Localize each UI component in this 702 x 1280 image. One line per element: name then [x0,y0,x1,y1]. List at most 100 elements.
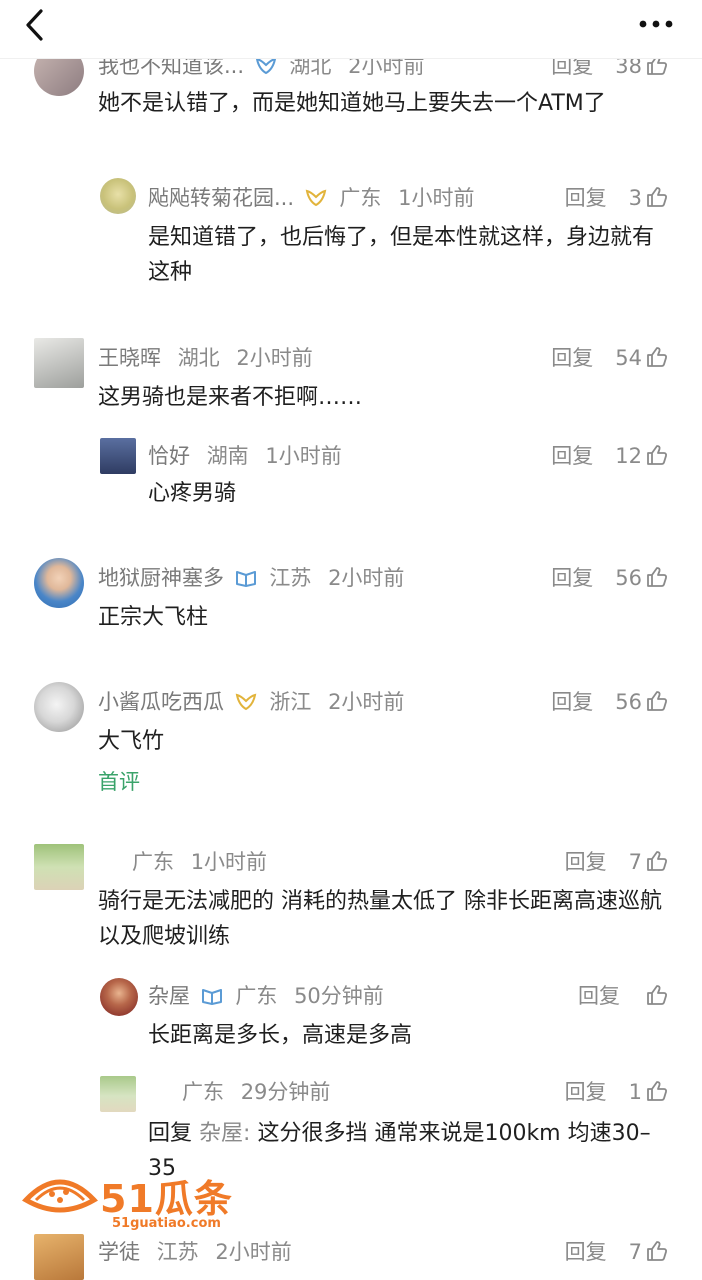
reply-button[interactable]: 回复 [565,850,607,874]
location: 广东 [339,186,382,210]
timestamp: 2小时前 [328,690,405,714]
thumbs-up-icon[interactable] [646,186,668,208]
location: 江苏 [156,1240,199,1264]
username[interactable]: 学徒 [98,1240,140,1264]
timestamp: 2小时前 [328,566,405,590]
reply-actions: 回复 1 [565,1076,668,1106]
reply-meta: 飐飐转菊花园... 广东 1小时前 [148,182,474,212]
comment-meta: 地狱厨神塞多 江苏 2小时前 [98,562,404,592]
comment-meta: 广东 1小时前 [132,846,267,876]
timestamp: 29分钟前 [240,1080,331,1104]
like-count: 56 [615,566,642,590]
avatar[interactable] [34,1234,84,1280]
thumbs-up-icon[interactable] [646,346,668,368]
location: 广东 [235,984,278,1008]
reply-to-label: 回复 [148,1121,193,1146]
avatar[interactable] [34,682,84,732]
comment-actions: 回复 7 [565,846,668,876]
avatar[interactable] [34,558,84,608]
comment-actions: 回复 56 [551,686,668,716]
comment-text: 正宗大飞柱 [98,605,209,630]
comment-actions: 回复 56 [551,562,668,592]
timestamp: 1小时前 [398,186,475,210]
watermark-url: 51guatiao.com [112,1216,221,1231]
reply-meta: 杂屋 广东 50分钟前 [148,980,384,1010]
avatar[interactable] [100,1076,136,1112]
vip-badge-icon [201,989,222,1005]
username[interactable]: 小酱瓜吃西瓜 [98,690,224,714]
username[interactable]: 飐飐转菊花园... [148,186,294,210]
like-count: 56 [615,690,642,714]
top-nav-bar [0,0,702,59]
watermark-logo: 51瓜条 51guatiao.com [22,1168,242,1238]
watermelon-logo-icon [22,1179,98,1213]
comment-text: 这男骑也是来者不拒啊…… [98,385,363,410]
like-count: 7 [628,1240,642,1264]
username[interactable]: 恰好 [148,444,190,468]
avatar[interactable] [34,338,84,388]
vip-badge-icon [305,189,327,207]
like-count: 1 [628,1080,642,1104]
location: 湖北 [177,346,220,370]
like-count: 12 [615,444,642,468]
timestamp: 1小时前 [265,444,342,468]
timestamp: 50分钟前 [294,984,384,1008]
reply-button[interactable]: 回复 [551,346,593,370]
thumbs-up-icon[interactable] [646,1240,668,1262]
reply-button[interactable]: 回复 [551,444,593,468]
comment-meta: 王晓晖 湖北 2小时前 [98,342,313,372]
like-count: 54 [615,346,642,370]
location: 浙江 [269,690,312,714]
username[interactable]: 杂屋 [148,984,190,1008]
reply-text: 长距离是多长，高速是多高 [148,1023,413,1048]
comment-text: 她不是认错了，而是她知道她马上要失去一个ATM了 [98,91,606,116]
reply-actions: 回复 3 [565,182,668,212]
timestamp: 1小时前 [190,850,268,874]
thumbs-up-icon[interactable] [646,850,668,872]
like-count: 7 [628,850,642,874]
location: 广东 [132,850,174,874]
reply-button[interactable]: 回复 [578,984,620,1008]
back-icon[interactable] [22,8,48,42]
comment-actions: 回复 54 [551,342,668,372]
location: 广东 [182,1080,224,1104]
comment-meta: 学徒 江苏 2小时前 [98,1236,292,1266]
reply-text: 心疼男骑 [148,481,237,506]
watermark-brand: 51瓜条 [100,1177,233,1221]
reply-button[interactable]: 回复 [551,690,593,714]
like-count: 3 [628,186,642,210]
avatar[interactable] [100,438,136,474]
reply-button[interactable]: 回复 [551,566,593,590]
avatar[interactable] [100,978,138,1016]
reply-meta: 恰好 湖南 1小时前 [148,440,342,470]
thumbs-up-icon[interactable] [646,566,668,588]
timestamp: 2小时前 [215,1240,292,1264]
reply-to-user[interactable]: 杂屋 [199,1121,243,1146]
vip-badge-icon [255,57,277,75]
comment-actions: 回复 7 [565,1236,668,1266]
avatar[interactable] [100,178,136,214]
thumbs-up-icon[interactable] [646,984,668,1006]
thumbs-up-icon[interactable] [646,444,668,466]
reply-button[interactable]: 回复 [565,1240,607,1264]
avatar[interactable] [34,844,84,890]
reply-button[interactable]: 回复 [565,186,607,210]
thumbs-up-icon[interactable] [646,1080,668,1102]
first-comment-tag: 首评 [98,770,140,794]
location: 湖南 [206,444,249,468]
reply-button[interactable]: 回复 [565,1080,607,1104]
comment-text: 骑行是无法减肥的 消耗的热量太低了 除非长距离高速巡航以及爬坡训练 [98,889,662,949]
comment-meta: 小酱瓜吃西瓜 浙江 2小时前 [98,686,404,716]
username[interactable]: 地狱厨神塞多 [98,566,224,590]
reply-actions: 回复 [578,980,668,1010]
vip-badge-icon [235,571,256,587]
username[interactable]: 王晓晖 [98,346,161,370]
timestamp: 2小时前 [236,346,313,370]
reply-meta: 广东 29分钟前 [182,1076,330,1106]
more-icon[interactable] [638,16,674,32]
thumbs-up-icon[interactable] [646,690,668,712]
vip-badge-icon [235,693,256,711]
reply-actions: 回复 12 [551,440,668,470]
comment-text: 大飞竹 [98,729,165,754]
location: 江苏 [269,566,312,590]
